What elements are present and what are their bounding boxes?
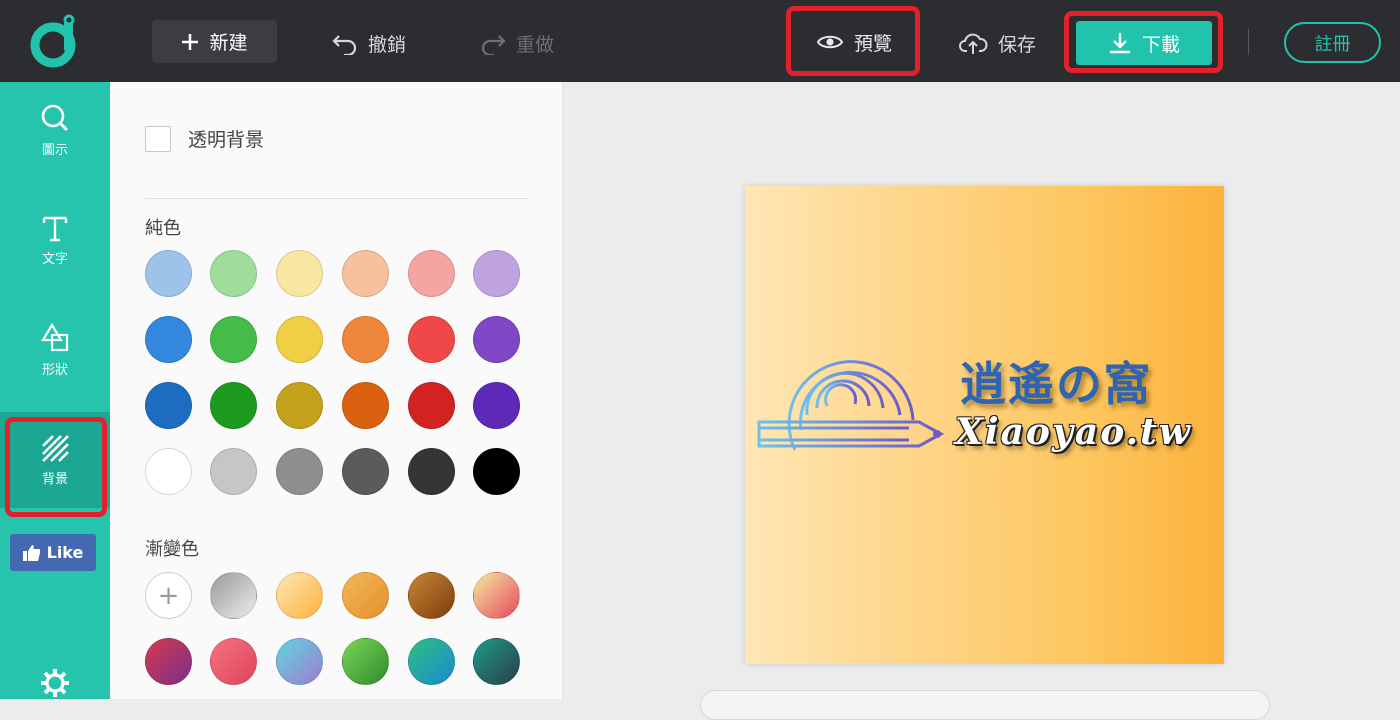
solid-color-swatch[interactable] [342, 316, 389, 363]
gradient-color-title: 漸變色 [145, 539, 199, 560]
solid-color-swatch[interactable] [276, 382, 323, 429]
gradient-color-swatch[interactable] [210, 572, 257, 619]
solid-color-swatch[interactable] [276, 448, 323, 495]
gradient-color-swatch[interactable] [276, 638, 323, 685]
solid-color-swatch[interactable] [473, 382, 520, 429]
new-button[interactable]: 新建 [152, 20, 277, 63]
bottom-zoom-bar[interactable] [700, 690, 1270, 720]
gradient-color-swatch[interactable] [473, 572, 520, 619]
redo-button[interactable]: 重做 [480, 22, 554, 65]
sidebar-item-shapes[interactable]: 形狀 [0, 302, 110, 398]
gradient-color-swatch[interactable] [473, 638, 520, 685]
gradient-color-swatch[interactable] [408, 572, 455, 619]
gradient-color-swatch[interactable] [342, 572, 389, 619]
design-canvas[interactable]: 逍遙の窩 Xiaoyao.tw [745, 186, 1224, 664]
transparent-bg-checkbox[interactable] [145, 125, 171, 152]
register-button[interactable]: 註冊 [1284, 22, 1381, 63]
save-button-label: 保存 [998, 34, 1037, 56]
save-button[interactable]: 保存 [958, 22, 1036, 65]
solid-color-swatch[interactable] [473, 316, 520, 363]
cloud-upload-icon [959, 33, 988, 54]
background-panel: 透明背景 純色 漸變色 + [110, 82, 563, 699]
sidebar-item-label: 形狀 [41, 362, 68, 378]
solid-color-swatch[interactable] [145, 316, 192, 363]
redo-button-label: 重做 [516, 34, 555, 56]
transparent-bg-label: 透明背景 [188, 129, 265, 151]
sidebar-item-label: 文字 [41, 251, 68, 267]
pencil-spiral-logo [757, 360, 945, 451]
sidebar-item-icons[interactable]: 圖示 [0, 82, 110, 178]
solid-color-swatch[interactable] [342, 382, 389, 429]
toolbar-divider [1248, 29, 1249, 55]
search-icon [41, 104, 69, 131]
redo-icon [481, 34, 506, 55]
settings-gear-icon[interactable] [40, 668, 70, 702]
highlight-download [1064, 11, 1223, 73]
solid-color-swatch[interactable] [408, 316, 455, 363]
plus-icon [182, 33, 199, 50]
undo-button-label: 撤銷 [368, 34, 407, 56]
solid-color-swatch[interactable] [145, 250, 192, 297]
solid-color-swatch[interactable] [276, 250, 323, 297]
solid-color-swatch[interactable] [408, 250, 455, 297]
shapes-icon [41, 322, 69, 351]
undo-icon [332, 34, 357, 55]
brand-chinese-text: 逍遙の窩 [960, 357, 1152, 411]
transparent-bg-option[interactable]: 透明背景 [145, 125, 264, 152]
solid-color-swatch[interactable] [473, 448, 520, 495]
gradient-color-swatch[interactable] [342, 638, 389, 685]
undo-button[interactable]: 撤銷 [332, 22, 406, 65]
app-logo[interactable] [28, 14, 82, 68]
solid-color-swatch[interactable] [210, 448, 257, 495]
facebook-like-button[interactable]: Like [10, 534, 96, 571]
gradient-color-swatch[interactable] [210, 638, 257, 685]
solid-color-swatch[interactable] [408, 448, 455, 495]
sidebar-item-label: 圖示 [41, 142, 68, 158]
gradient-color-swatch[interactable] [145, 638, 192, 685]
gradient-color-swatch[interactable] [408, 638, 455, 685]
brand-english-text: Xiaoyao.tw [955, 411, 1192, 453]
solid-color-swatch[interactable] [342, 250, 389, 297]
sidebar-item-text[interactable]: 文字 [0, 192, 110, 288]
left-sidebar: 圖示 文字 形狀 背景 [0, 82, 110, 699]
solid-color-swatch[interactable] [145, 448, 192, 495]
solid-color-swatch[interactable] [408, 382, 455, 429]
solid-color-swatch[interactable] [210, 316, 257, 363]
solid-color-swatch[interactable] [473, 250, 520, 297]
thumbs-up-icon [22, 545, 40, 561]
like-label: Like [46, 543, 84, 562]
solid-color-swatch[interactable] [210, 382, 257, 429]
panel-divider [145, 198, 529, 199]
new-button-label: 新建 [209, 32, 248, 54]
text-icon [42, 216, 68, 241]
solid-color-swatch[interactable] [276, 316, 323, 363]
add-gradient-button[interactable]: + [145, 572, 192, 619]
solid-color-title: 純色 [145, 218, 181, 239]
solid-color-swatch[interactable] [210, 250, 257, 297]
solid-color-swatch[interactable] [342, 448, 389, 495]
gradient-color-swatch[interactable] [276, 572, 323, 619]
highlight-background-nav [5, 417, 107, 517]
highlight-preview [786, 6, 920, 76]
solid-color-swatch[interactable] [145, 382, 192, 429]
